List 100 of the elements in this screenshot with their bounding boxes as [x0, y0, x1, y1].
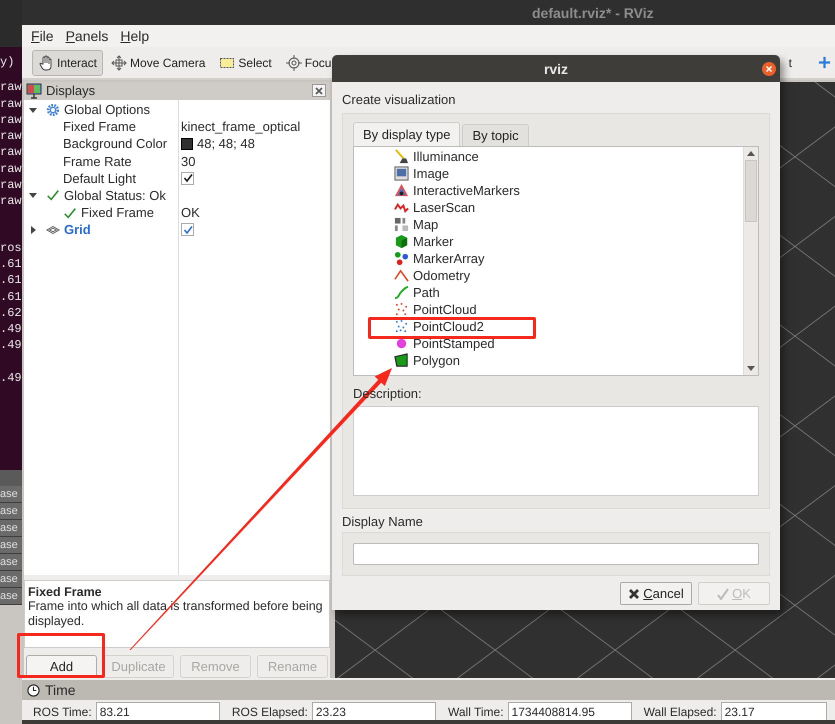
- menu-item[interactable]: File: [26, 28, 59, 44]
- cross-icon: [628, 588, 640, 600]
- scroll-up-icon[interactable]: [747, 151, 755, 156]
- side-tab[interactable]: ase: [0, 537, 22, 554]
- terminal-text: raw: [0, 144, 22, 161]
- tool-button[interactable]: Move Camera: [105, 50, 212, 76]
- side-tab[interactable]: ase: [0, 503, 22, 520]
- property-value[interactable]: OK: [181, 205, 200, 220]
- side-tab[interactable]: ase: [0, 571, 22, 588]
- scroll-down-icon[interactable]: [747, 366, 755, 371]
- tool-button[interactable]: Select: [213, 50, 278, 76]
- panel-title: Time: [45, 682, 76, 698]
- blocks-icon: [394, 217, 409, 232]
- menu-item[interactable]: Panels: [60, 28, 114, 44]
- list-item[interactable]: LaserScan: [413, 200, 476, 215]
- close-button[interactable]: [312, 84, 326, 98]
- terminal-text: y): [0, 54, 16, 70]
- terminal-text: .49: [0, 337, 22, 354]
- cube-icon: [394, 234, 409, 249]
- property-value[interactable]: 30: [181, 154, 196, 169]
- close-icon: [315, 86, 323, 95]
- terminal-text: .49: [0, 370, 22, 386]
- tree-label[interactable]: Global Options: [64, 102, 150, 118]
- tab[interactable]: By topic: [462, 124, 529, 146]
- time-field[interactable]: 1734408814.95: [508, 702, 632, 720]
- property-label: Fixed Frame: [81, 205, 154, 220]
- property-label: Fixed Frame: [63, 119, 136, 134]
- scrollbar[interactable]: [743, 147, 758, 375]
- expand-arrow-icon[interactable]: [29, 226, 37, 234]
- terminal-text: raw: [0, 112, 22, 128]
- clock-icon: [27, 684, 40, 696]
- terminal-text: raw: [0, 96, 22, 112]
- display-name-label: Display Name: [342, 514, 424, 529]
- side-tab[interactable]: ase: [0, 486, 22, 503]
- list-item[interactable]: Odometry: [413, 268, 470, 283]
- list-item[interactable]: MarkerArray: [413, 251, 485, 266]
- move-icon: [111, 54, 128, 70]
- polygon-icon: [394, 353, 409, 368]
- list-item[interactable]: Path: [413, 285, 440, 300]
- terminal-text: raw: [0, 128, 22, 144]
- color-swatch[interactable]: [181, 138, 193, 150]
- side-tab[interactable]: ase: [0, 520, 22, 537]
- spheres-icon: [394, 251, 409, 266]
- check-icon: [46, 188, 60, 202]
- monitor-icon: [26, 82, 42, 99]
- list-item[interactable]: PointCloud: [413, 302, 477, 317]
- plus-icon[interactable]: [818, 56, 831, 69]
- check-icon: [63, 206, 77, 220]
- tree-label[interactable]: Global Status: Ok: [64, 188, 166, 203]
- tool-button[interactable]: Focu: [280, 50, 338, 76]
- close-icon: [765, 65, 773, 73]
- time-field[interactable]: 23.23: [312, 702, 436, 720]
- list-item[interactable]: InteractiveMarkers: [413, 183, 520, 198]
- tool-button[interactable]: Interact: [32, 50, 104, 76]
- field-label: ROS Time:: [33, 705, 92, 720]
- checkbox[interactable]: [181, 223, 194, 236]
- field-label: ROS Elapsed:: [232, 705, 308, 720]
- property-value[interactable]: kinect_frame_optical: [181, 119, 300, 134]
- checkbox[interactable]: [181, 172, 194, 185]
- property-value[interactable]: 48; 48; 48: [197, 136, 255, 152]
- dialog-title: rviz: [544, 60, 568, 76]
- gear-icon: [46, 102, 60, 117]
- scroll-thumb[interactable]: [745, 160, 757, 222]
- terminal-text: raw: [0, 193, 22, 210]
- terminal-text: .61: [0, 272, 22, 289]
- sphere-icon: [394, 336, 409, 351]
- target-icon: [286, 54, 302, 70]
- terminal-text: .62: [0, 304, 22, 322]
- expand-arrow-icon[interactable]: [29, 106, 37, 114]
- zigzag-icon: [394, 200, 409, 215]
- list-item[interactable]: Image: [413, 166, 450, 181]
- dots-icon: [394, 319, 409, 334]
- terminal-text: .61: [0, 288, 22, 305]
- tool-label[interactable]: t: [788, 56, 792, 70]
- list-item[interactable]: Polygon: [413, 353, 460, 368]
- list-item[interactable]: PointStamped: [413, 336, 495, 351]
- side-tab[interactable]: ase: [0, 588, 22, 605]
- terminal-text: .61: [0, 256, 22, 272]
- dialog-button[interactable]: Cancel: [620, 582, 692, 605]
- close-button[interactable]: [762, 62, 776, 76]
- caret-line-icon: [394, 268, 409, 283]
- dialog-heading: Create visualization: [342, 92, 456, 109]
- tab[interactable]: By display type: [353, 122, 460, 146]
- list-item[interactable]: Map: [413, 217, 438, 232]
- list-item[interactable]: PointCloud2: [413, 319, 484, 334]
- lamp-icon: [394, 149, 409, 164]
- side-tab[interactable]: ase: [0, 554, 22, 571]
- image-icon: [394, 166, 409, 181]
- curve-icon: [394, 285, 409, 300]
- terminal-text: raw: [0, 177, 22, 194]
- expand-arrow-icon[interactable]: [29, 191, 37, 200]
- list-item[interactable]: Marker: [413, 234, 454, 249]
- time-field[interactable]: 23.17: [720, 702, 827, 720]
- input-field[interactable]: [353, 543, 759, 565]
- menu-item[interactable]: Help: [115, 28, 154, 44]
- hand-icon: [38, 54, 54, 70]
- list-item[interactable]: Illuminance: [413, 149, 479, 164]
- tree-label[interactable]: Grid: [64, 222, 91, 238]
- time-field[interactable]: 83.21: [96, 702, 220, 720]
- triangle-icon: [394, 183, 409, 198]
